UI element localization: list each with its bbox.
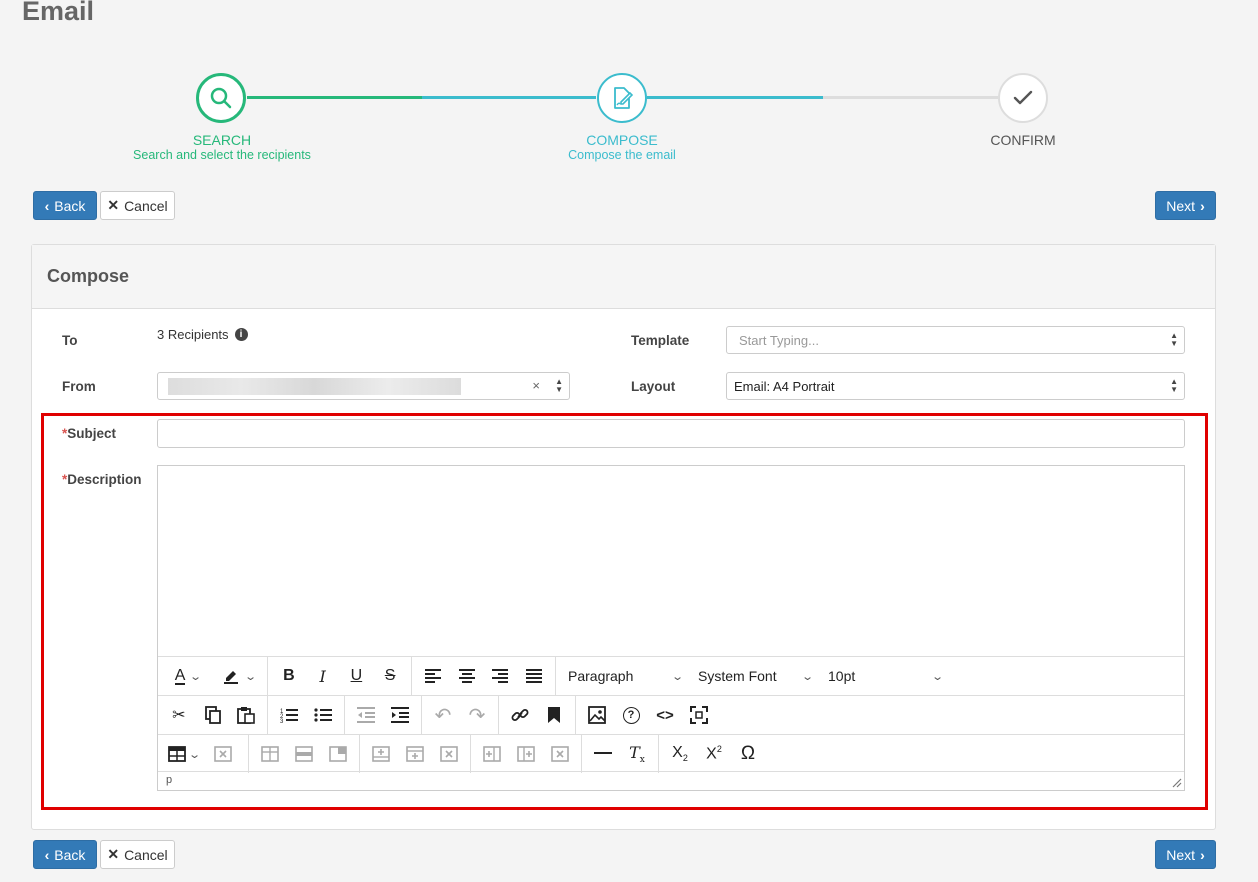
highlight-box (41, 413, 1208, 810)
wizard-progress: SEARCH Search and select the recipients … (0, 0, 1258, 170)
chevron-right-icon: › (1200, 846, 1205, 863)
clear-icon[interactable]: × (532, 378, 540, 393)
select-arrows-icon: ▲ ▼ (1170, 377, 1178, 394)
from-label: From (62, 379, 96, 394)
compose-panel-header: Compose (32, 245, 1215, 309)
template-select[interactable]: Start Typing... ▲ ▼ (726, 326, 1185, 354)
template-label: Template (631, 333, 690, 348)
step-confirm-circle[interactable] (998, 73, 1048, 123)
step-search-circle[interactable] (196, 73, 246, 123)
chevron-left-icon: ‹ (44, 197, 50, 214)
compose-heading: Compose (47, 266, 130, 286)
checkmark-icon (1013, 90, 1033, 105)
cancel-label: Cancel (124, 846, 168, 863)
back-button-top[interactable]: ‹ Back (33, 191, 97, 220)
search-icon (210, 87, 232, 109)
to-label: To (62, 333, 78, 348)
cancel-label: Cancel (124, 197, 168, 214)
back-button-bottom[interactable]: ‹ Back (33, 840, 97, 869)
step-search-subtitle: Search and select the recipients (133, 148, 311, 162)
step-compose-subtitle: Compose the email (568, 148, 676, 162)
recipients-count[interactable]: 3 Recipients i (157, 327, 248, 342)
progress-line-pending (823, 96, 998, 99)
chevron-left-icon: ‹ (44, 846, 50, 863)
back-label: Back (54, 197, 86, 214)
layout-label: Layout (631, 379, 676, 394)
close-icon: ✕ (107, 846, 120, 862)
layout-value: Email: A4 Portrait (734, 379, 835, 394)
step-compose-title: COMPOSE (586, 132, 658, 148)
close-icon: ✕ (107, 197, 120, 213)
select-arrows-icon: ▲ ▼ (555, 377, 563, 394)
progress-line-active (422, 96, 596, 99)
layout-select[interactable]: Email: A4 Portrait ▲ ▼ (726, 372, 1185, 400)
info-icon[interactable]: i (234, 328, 248, 341)
next-label: Next (1166, 846, 1196, 863)
progress-line-done (247, 96, 422, 99)
progress-line-active-2 (647, 96, 823, 99)
recipients-count-text: 3 Recipients (157, 327, 229, 342)
step-compose-circle[interactable] (597, 73, 647, 123)
chevron-right-icon: › (1200, 197, 1205, 214)
next-button-bottom[interactable]: Next › (1155, 840, 1216, 869)
back-label: Back (54, 846, 86, 863)
from-value-redacted (168, 378, 461, 395)
cancel-button-bottom[interactable]: ✕ Cancel (100, 840, 175, 869)
step-search-title: SEARCH (192, 132, 252, 148)
next-label: Next (1166, 197, 1196, 214)
compose-document-icon (614, 87, 634, 109)
template-placeholder: Start Typing... (739, 333, 819, 348)
step-confirm-title: CONFIRM (990, 132, 1056, 148)
cancel-button-top[interactable]: ✕ Cancel (100, 191, 175, 220)
select-arrows-icon: ▲ ▼ (1170, 331, 1178, 348)
next-button-top[interactable]: Next › (1155, 191, 1216, 220)
from-select[interactable]: × ▲ ▼ (157, 372, 570, 400)
